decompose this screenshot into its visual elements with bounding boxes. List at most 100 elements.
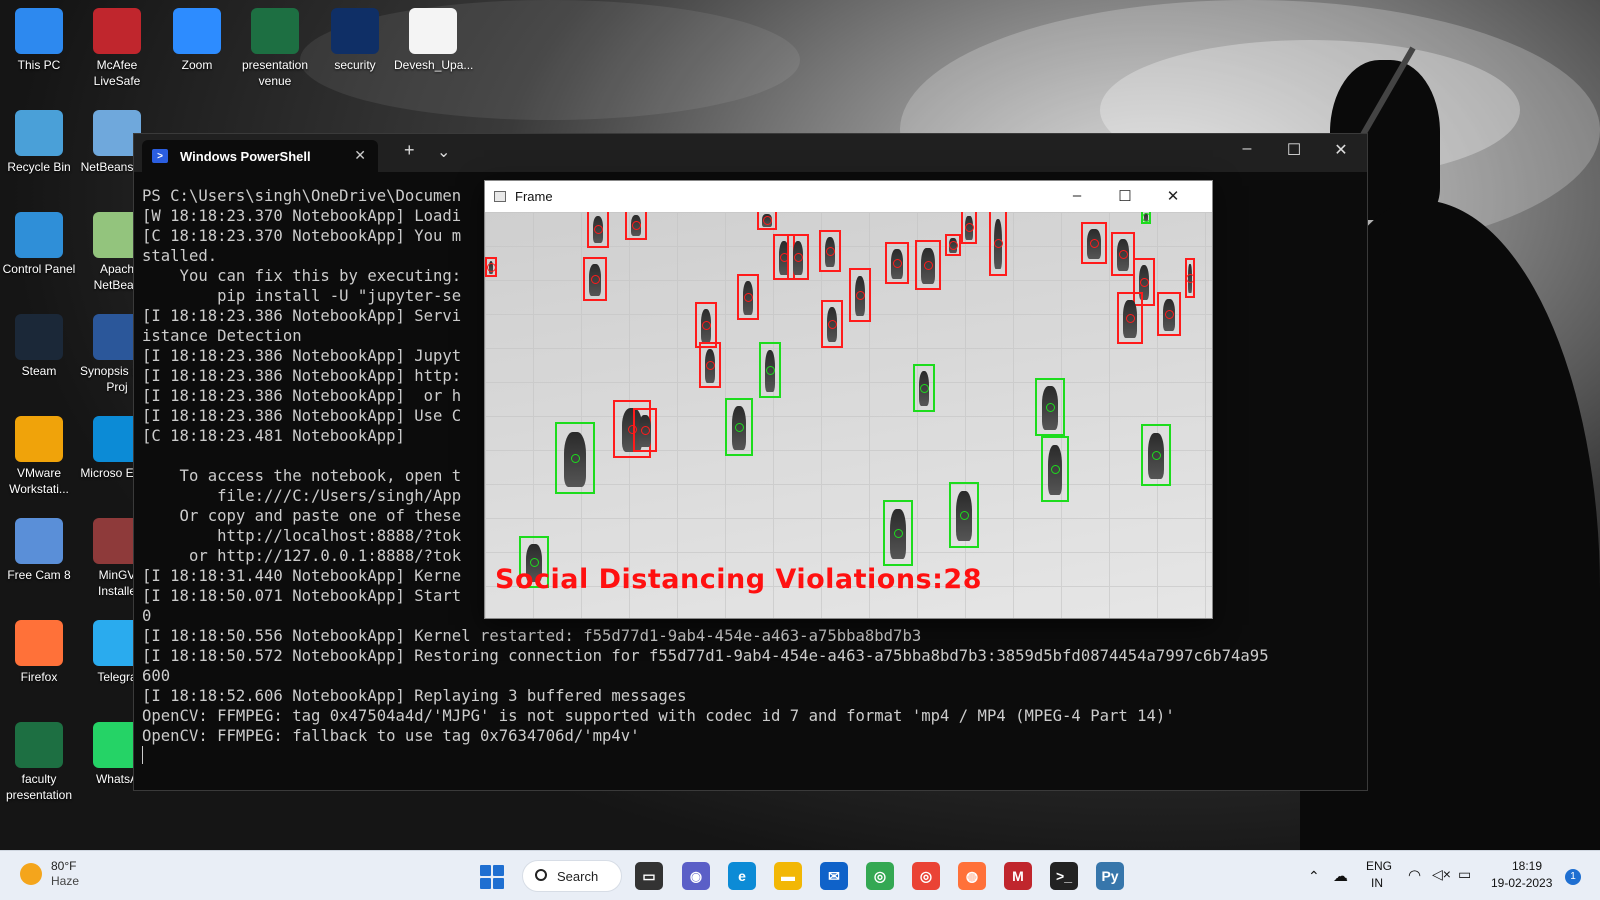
chrome-profile-icon[interactable]: ◎ <box>912 862 940 890</box>
wifi-icon[interactable]: ◠ <box>1408 866 1421 884</box>
centroid-marker <box>1152 451 1161 460</box>
volume-muted-icon[interactable]: ◁× <box>1432 866 1451 883</box>
desktop-icon-label: presentation venue <box>241 58 309 88</box>
centroid-marker <box>641 426 650 435</box>
terminal-line: [I 18:18:50.572 NotebookApp] Restoring c… <box>142 647 1269 665</box>
centroid-marker <box>826 247 835 256</box>
clock-time[interactable]: 18:19 <box>1512 859 1542 873</box>
app-icon <box>331 8 379 54</box>
centroid-marker <box>828 320 837 329</box>
edge-icon[interactable]: e <box>728 862 756 890</box>
desktop-icon-zoom[interactable]: Zoom <box>158 8 236 73</box>
terminal-icon[interactable]: >_ <box>1050 862 1078 890</box>
violation-box <box>633 408 657 452</box>
teams-chat-icon[interactable]: ◉ <box>682 862 710 890</box>
app-icon <box>15 110 63 156</box>
desktop-icon-label: McAfee LiveSafe <box>93 58 141 88</box>
violation-box <box>821 300 843 348</box>
violation-box <box>915 240 941 290</box>
desktop-icon-label: security <box>334 58 376 72</box>
taskbar-search[interactable]: Search <box>522 860 622 892</box>
chevron-up-icon[interactable]: ⌃ <box>1308 868 1320 885</box>
tab-dropdown-button[interactable]: ⌄ <box>437 142 450 162</box>
desktop-icon-label: Devesh_Upa... <box>394 58 474 72</box>
start-button[interactable] <box>480 865 504 889</box>
language-bottom[interactable]: IN <box>1371 876 1383 890</box>
frame-title-bar[interactable]: Frame – ☐ ✕ <box>485 181 1212 212</box>
centroid-marker <box>920 384 929 393</box>
desktop-icon-label: Firefox <box>20 670 58 684</box>
chrome-icon[interactable]: ◎ <box>866 862 894 890</box>
file-explorer-icon[interactable]: ▬ <box>774 862 802 890</box>
desktop-icon-vmware-workstati[interactable]: VMware Workstati... <box>0 416 78 497</box>
task-view-icon[interactable]: ▭ <box>635 862 663 890</box>
desktop-icon-recycle-bin[interactable]: Recycle Bin <box>0 110 78 175</box>
mail-icon[interactable]: ✉ <box>820 862 848 890</box>
centroid-marker <box>632 221 641 230</box>
powershell-tab[interactable]: > Windows PowerShell ✕ <box>142 140 378 172</box>
firefox-icon[interactable]: ◍ <box>958 862 986 890</box>
frame-minimize-button[interactable]: – <box>1062 187 1092 204</box>
violation-box <box>757 212 777 230</box>
desktop-icon-steam[interactable]: Steam <box>0 314 78 379</box>
desktop-icon-security[interactable]: security <box>316 8 394 73</box>
weather-description: Haze <box>51 874 80 888</box>
safe-box <box>913 364 935 412</box>
notification-badge[interactable]: 1 <box>1565 869 1581 885</box>
desktop-icon-firefox[interactable]: Firefox <box>0 620 78 685</box>
desktop-icon-this-pc[interactable]: This PC <box>0 8 78 73</box>
centroid-marker <box>1126 314 1135 323</box>
minimize-button[interactable]: – <box>1227 140 1267 158</box>
frame-maximize-button[interactable]: ☐ <box>1110 187 1140 205</box>
violation-box <box>989 212 1007 276</box>
safe-box <box>883 500 913 566</box>
desktop-icon-devesh-upa[interactable]: Devesh_Upa... <box>394 8 474 73</box>
clock-date[interactable]: 19-02-2023 <box>1491 876 1552 890</box>
close-tab-icon[interactable]: ✕ <box>354 147 366 164</box>
new-tab-button[interactable]: + <box>404 140 415 161</box>
centroid-marker <box>702 321 711 330</box>
desktop-icon-mcafee-livesafe[interactable]: McAfee LiveSafe <box>78 8 156 89</box>
violation-box <box>849 268 871 322</box>
violation-box <box>699 342 721 388</box>
safe-box <box>1141 212 1151 224</box>
safe-box <box>1035 378 1065 436</box>
maximize-button[interactable]: ☐ <box>1274 140 1314 160</box>
violation-box <box>1157 292 1181 336</box>
centroid-marker <box>924 261 933 270</box>
desktop-icon-control-panel[interactable]: Control Panel <box>0 212 78 277</box>
centroid-marker <box>763 216 772 225</box>
mcafee-icon[interactable]: M <box>1004 862 1032 890</box>
desktop-icon-presentation-venue[interactable]: presentation venue <box>236 8 314 89</box>
app-icon <box>15 314 63 360</box>
violation-box <box>945 234 961 256</box>
violation-box <box>625 212 647 240</box>
onedrive-icon[interactable]: ☁ <box>1333 867 1348 885</box>
desktop-icon-faculty-presentation[interactable]: faculty presentation <box>0 722 78 803</box>
violation-box <box>485 257 497 277</box>
frame-window-icon <box>494 191 506 202</box>
search-icon <box>535 869 547 881</box>
python-icon[interactable]: Py <box>1096 862 1124 890</box>
terminal-line: [I 18:18:50.556 NotebookApp] Kernel rest… <box>142 627 922 645</box>
centroid-marker <box>591 275 600 284</box>
frame-title: Frame <box>515 189 553 204</box>
battery-icon[interactable]: ▭ <box>1458 866 1471 883</box>
language-top[interactable]: ENG <box>1366 859 1392 873</box>
centroid-marker <box>1186 274 1195 283</box>
violation-box <box>1117 292 1143 344</box>
app-icon <box>15 722 63 768</box>
app-icon <box>251 8 299 54</box>
weather-widget[interactable]: 80°F Haze <box>20 859 79 889</box>
frame-close-button[interactable]: ✕ <box>1158 187 1188 205</box>
safe-box <box>1141 424 1171 486</box>
desktop-icon-label: Zoom <box>181 58 213 72</box>
terminal-line: [I 18:18:52.606 NotebookApp] Replaying 3… <box>142 687 687 705</box>
frame-window: Frame – ☐ ✕ Social Distancing Violations… <box>484 180 1213 619</box>
close-button[interactable]: ✕ <box>1321 140 1361 160</box>
centroid-marker <box>965 223 974 232</box>
desktop-icon-label: Control Panel <box>2 262 76 276</box>
safe-box <box>949 482 979 548</box>
desktop-icon-free-cam-8[interactable]: Free Cam 8 <box>0 518 78 583</box>
desktop-icon-label: Free Cam 8 <box>7 568 71 582</box>
